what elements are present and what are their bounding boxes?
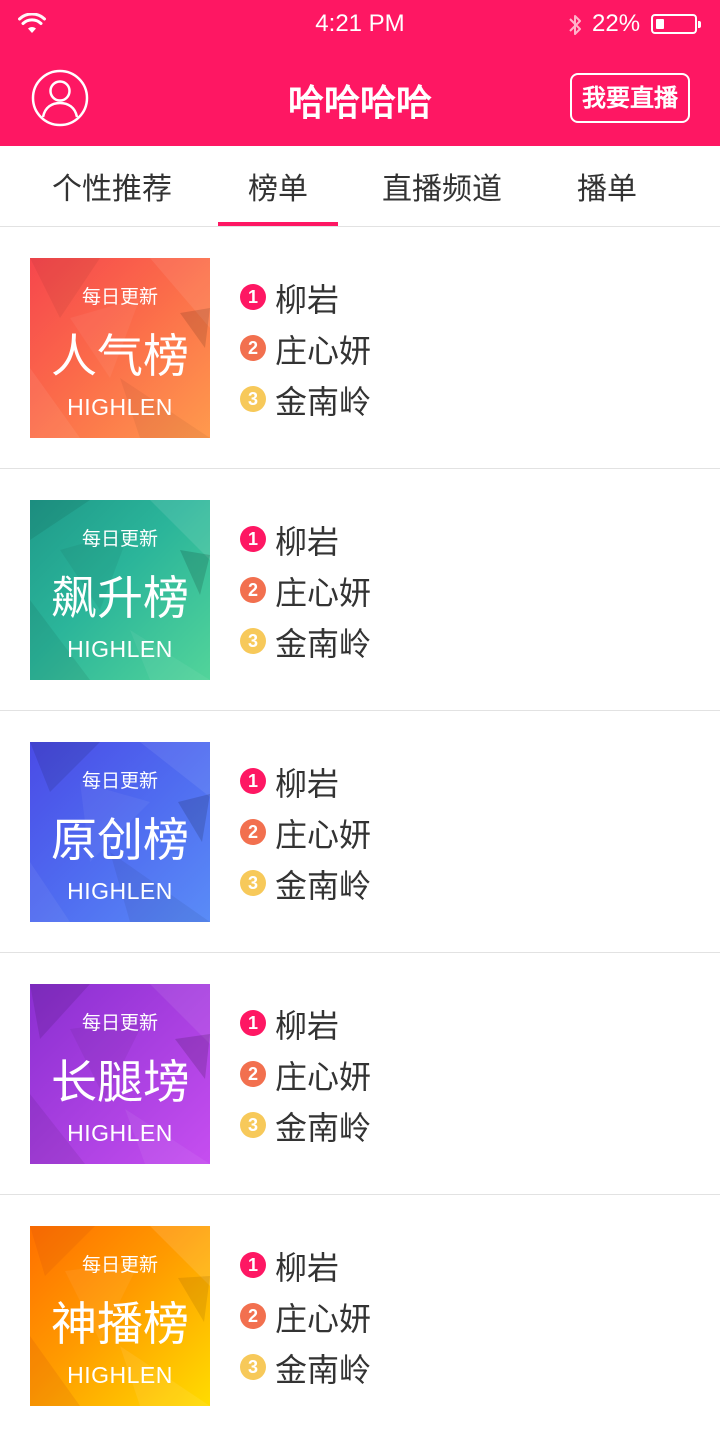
chart-cover[interactable]: 每日更新 飙升榜 HIGHLEN: [30, 500, 210, 680]
battery-icon: [651, 14, 701, 34]
chart-daily-label: 每日更新: [81, 286, 158, 308]
artist-name: 柳岩: [275, 523, 340, 561]
chart-name: 飙升榜: [51, 571, 189, 625]
tab-charts[interactable]: 榜单: [248, 164, 308, 208]
artist-name: 金南岭: [275, 383, 372, 421]
rank-badge: 3: [240, 386, 266, 412]
battery-percent: 22%: [592, 10, 641, 37]
chart-row-original[interactable]: 每日更新 原创榜 HIGHLEN 1 柳岩 2 庄心妍 3 金南岭: [0, 711, 720, 953]
battery-level-fill: [656, 19, 664, 29]
rank-badge: 2: [240, 1303, 266, 1329]
artist-name: 柳岩: [275, 1249, 340, 1287]
artist-name: 庄心妍: [275, 574, 372, 612]
chart-brand: HIGHLEN: [67, 1362, 173, 1388]
chart-row-long-legs[interactable]: 每日更新 长腿塝 HIGHLEN 1 柳岩 2 庄心妍 3 金南岭: [0, 953, 720, 1195]
tab-recommend[interactable]: 个性推荐: [52, 164, 172, 208]
chart-daily-label: 每日更新: [81, 770, 158, 792]
chart-name: 原创榜: [51, 813, 189, 867]
rank-badge: 3: [240, 870, 266, 896]
chart-name: 人气榜: [51, 329, 189, 383]
chart-brand: HIGHLEN: [67, 394, 173, 420]
chart-daily-label: 每日更新: [81, 1012, 158, 1034]
battery-nub: [698, 21, 701, 28]
chart-cover[interactable]: 每日更新 人气榜 HIGHLEN: [30, 258, 210, 438]
chart-name: 神播榜: [51, 1297, 189, 1351]
active-tab-indicator: [218, 222, 338, 226]
rank-badge: 2: [240, 1061, 266, 1087]
rank-badge: 3: [240, 1354, 266, 1380]
tab-bar: 个性推荐 榜单 直播频道 播单: [0, 146, 720, 227]
artist-name: 金南岭: [275, 867, 372, 905]
artist-name: 柳岩: [275, 281, 340, 319]
chart-brand: HIGHLEN: [67, 636, 173, 662]
chart-brand: HIGHLEN: [67, 1120, 173, 1146]
chart-daily-label: 每日更新: [81, 1254, 158, 1276]
chart-cover[interactable]: 每日更新 神播榜 HIGHLEN: [30, 1226, 210, 1406]
chart-row-rising[interactable]: 每日更新 飙升榜 HIGHLEN 1 柳岩 2 庄心妍 3 金南岭: [0, 469, 720, 711]
tab-playlists[interactable]: 播单: [577, 164, 637, 208]
rank-badge: 2: [240, 819, 266, 845]
artist-name: 柳岩: [275, 765, 340, 803]
rank-badge: 3: [240, 628, 266, 654]
rank-badge: 3: [240, 1112, 266, 1138]
rank-badge: 1: [240, 1252, 266, 1278]
chart-name: 长腿塝: [51, 1055, 189, 1109]
tab-live-channels[interactable]: 直播频道: [382, 164, 502, 208]
rank-badge: 1: [240, 768, 266, 794]
chart-row-top-hosts[interactable]: 每日更新 神播榜 HIGHLEN 1 柳岩 2 庄心妍 3 金南岭: [0, 1195, 720, 1437]
rank-badge: 2: [240, 577, 266, 603]
artist-name: 庄心妍: [275, 1300, 372, 1338]
chart-list: 每日更新 人气榜 HIGHLEN 1 柳岩 2 庄心妍 3 金南岭 每日更新 飙…: [0, 227, 720, 1437]
bluetooth-icon: [569, 15, 581, 35]
status-bar: 4:21 PM 22%: [0, 0, 720, 50]
chart-brand: HIGHLEN: [67, 878, 173, 904]
chart-daily-label: 每日更新: [81, 528, 158, 550]
app-header: 4:21 PM 22% 哈哈哈哈 我要直播: [0, 0, 720, 146]
rank-badge: 2: [240, 335, 266, 361]
artist-name: 庄心妍: [275, 332, 372, 370]
artist-name: 柳岩: [275, 1007, 340, 1045]
artist-name: 金南岭: [275, 1109, 372, 1147]
artist-name: 金南岭: [275, 1351, 372, 1389]
chart-cover[interactable]: 每日更新 长腿塝 HIGHLEN: [30, 984, 210, 1164]
chart-row-popular[interactable]: 每日更新 人气榜 HIGHLEN 1 柳岩 2 庄心妍 3 金南岭: [0, 227, 720, 469]
go-live-button[interactable]: 我要直播: [570, 73, 690, 123]
rank-badge: 1: [240, 1010, 266, 1036]
artist-name: 金南岭: [275, 625, 372, 663]
artist-name: 庄心妍: [275, 816, 372, 854]
rank-badge: 1: [240, 526, 266, 552]
chart-cover[interactable]: 每日更新 原创榜 HIGHLEN: [30, 742, 210, 922]
artist-name: 庄心妍: [275, 1058, 372, 1096]
rank-badge: 1: [240, 284, 266, 310]
